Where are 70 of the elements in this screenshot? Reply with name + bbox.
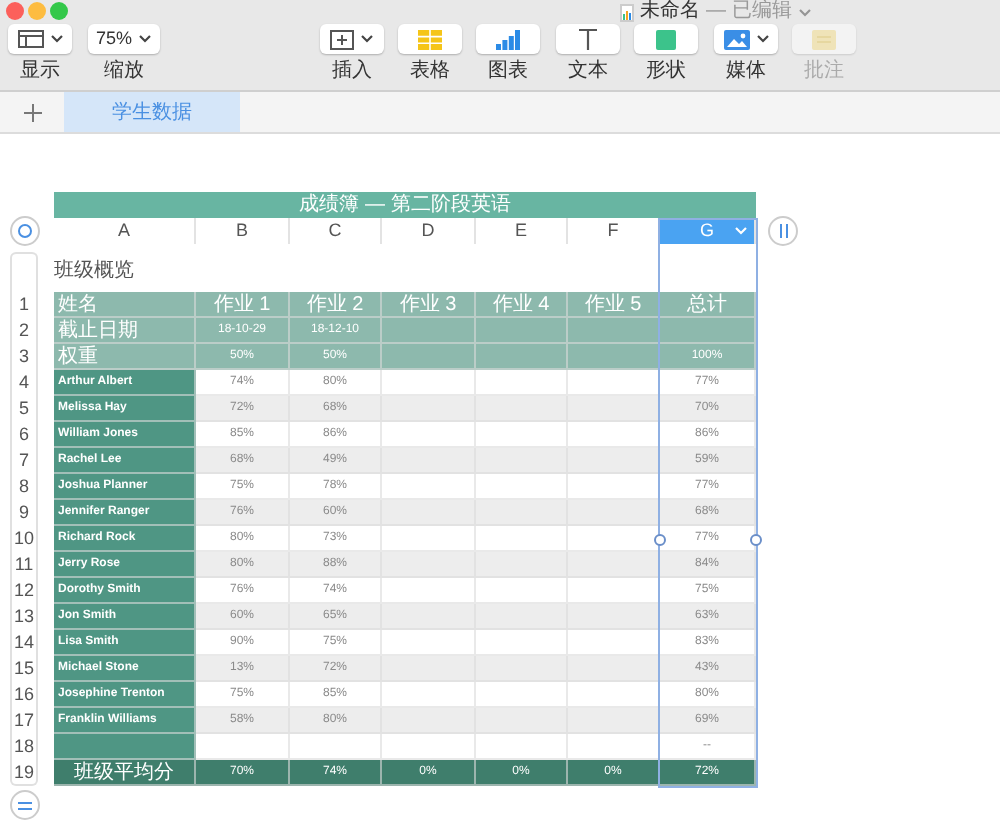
row-number[interactable]: 9 [10, 500, 38, 526]
toolbar-label: 形状 [646, 60, 686, 82]
row-number[interactable]: 4 [10, 370, 38, 396]
view-button[interactable] [8, 24, 72, 54]
toolbar-label: 表格 [410, 60, 450, 82]
toolbar-label: 批注 [804, 60, 844, 82]
media-button[interactable] [714, 24, 778, 54]
edit-status: — 已编辑 [706, 0, 792, 24]
toolbar-label: 文本 [568, 60, 608, 82]
row-number[interactable]: 10 [10, 526, 38, 552]
header-cell: 作业 5 [568, 292, 660, 318]
chevron-icon [797, 7, 812, 17]
chevron-icon [755, 34, 769, 44]
header-cell: 作业 3 [382, 292, 476, 318]
header-cell: 姓名 [54, 292, 196, 318]
row-number[interactable]: 15 [10, 656, 38, 682]
header-cell: 总计 [660, 292, 756, 318]
add-row-button[interactable] [10, 790, 40, 820]
row-number[interactable]: 5 [10, 396, 38, 422]
row-number[interactable]: 2 [10, 318, 38, 344]
header-cell: 作业 2 [290, 292, 382, 318]
layout-icon [17, 30, 43, 48]
toolbar-label: 缩放 [104, 60, 144, 82]
row-number[interactable]: 1 [10, 292, 38, 318]
select-table-button[interactable] [10, 216, 40, 246]
toolbar-label: 图表 [488, 60, 528, 82]
row-number[interactable]: 14 [10, 630, 38, 656]
equals-icon [18, 801, 32, 809]
row-number[interactable]: 6 [10, 422, 38, 448]
toolbar-label: 显示 [20, 60, 60, 82]
zoom-button[interactable]: 75% [88, 24, 160, 54]
toolbar-label: 媒体 [726, 60, 766, 82]
row-number[interactable]: 3 [10, 344, 38, 370]
average-cell: 班级平均分 [54, 760, 196, 786]
bar-chart-icon [496, 29, 520, 49]
row-number[interactable]: 13 [10, 604, 38, 630]
pause-icon [779, 224, 787, 238]
header-cell: 作业 4 [476, 292, 568, 318]
row-number[interactable]: 12 [10, 578, 38, 604]
text-button[interactable] [556, 24, 620, 54]
chevron-icon [360, 34, 374, 44]
insert-button[interactable] [320, 24, 384, 54]
add-sheet-icon[interactable] [23, 103, 41, 121]
header-cell: 权重 [54, 344, 196, 370]
row-number[interactable]: 17 [10, 708, 38, 734]
row-number[interactable]: 11 [10, 552, 38, 578]
window-title: 未命名 [640, 0, 700, 24]
row-number[interactable]: 18 [10, 734, 38, 760]
header-cell: 截止日期 [54, 318, 196, 344]
image-icon [723, 29, 749, 49]
square-icon [656, 29, 676, 49]
toolbar-label: 插入 [332, 60, 372, 82]
table-title: 成绩簿 — 第二阶段英语 [54, 192, 756, 218]
row-header [10, 252, 38, 292]
row-number[interactable]: 8 [10, 474, 38, 500]
add-column-button[interactable] [768, 216, 798, 246]
row-number[interactable]: 19 [10, 760, 38, 786]
note-icon [812, 29, 836, 49]
shape-button[interactable] [634, 24, 698, 54]
chevron-icon [138, 34, 152, 44]
column-menu-icon [734, 226, 748, 236]
chart-button[interactable] [476, 24, 540, 54]
text-tool-icon [578, 28, 598, 50]
table-caption: 班级概览 [54, 260, 134, 284]
row-number[interactable]: 16 [10, 682, 38, 708]
header-cell: 作业 1 [196, 292, 290, 318]
row-number[interactable]: 7 [10, 448, 38, 474]
chevron-icon [49, 34, 63, 44]
table-icon [418, 29, 442, 49]
add-box-icon [330, 29, 354, 49]
